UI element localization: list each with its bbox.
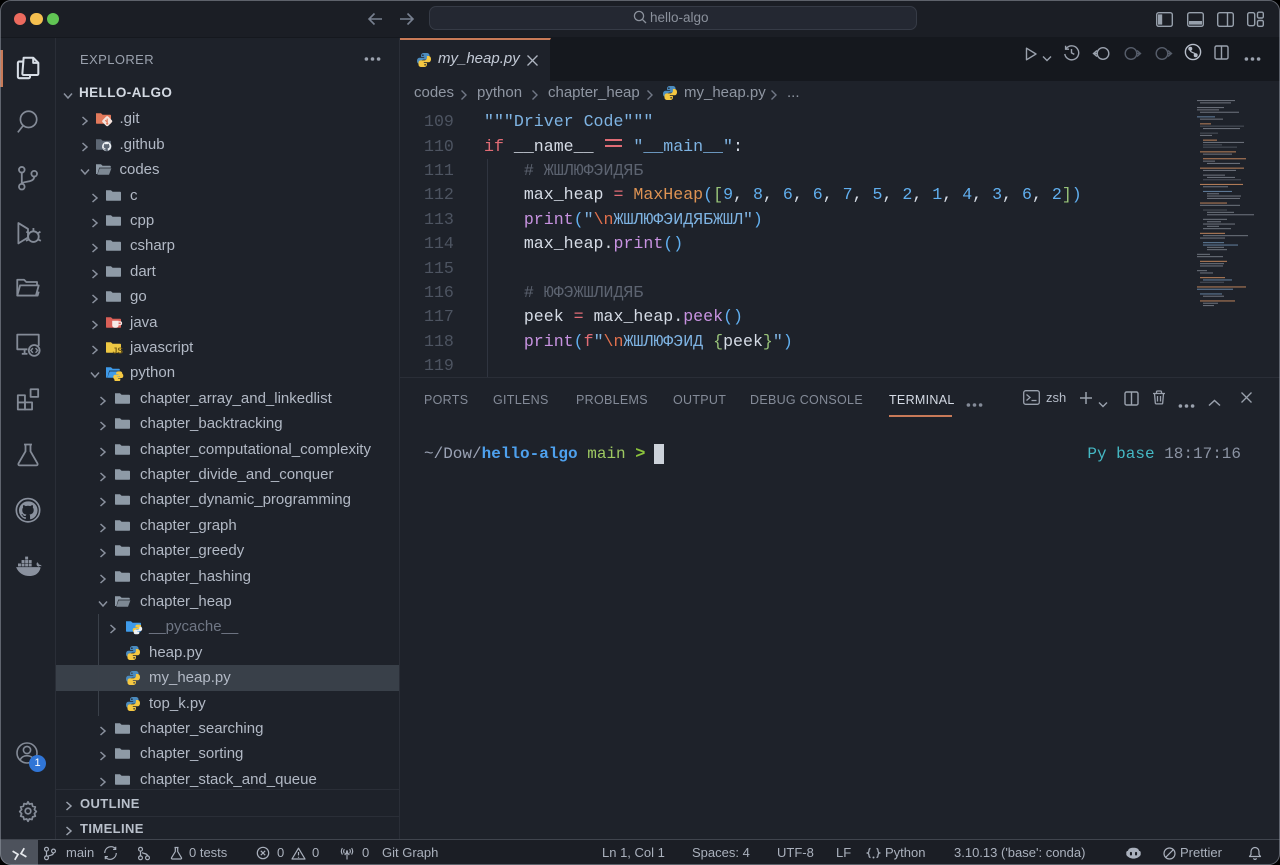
svg-text:JS: JS — [112, 346, 122, 356]
